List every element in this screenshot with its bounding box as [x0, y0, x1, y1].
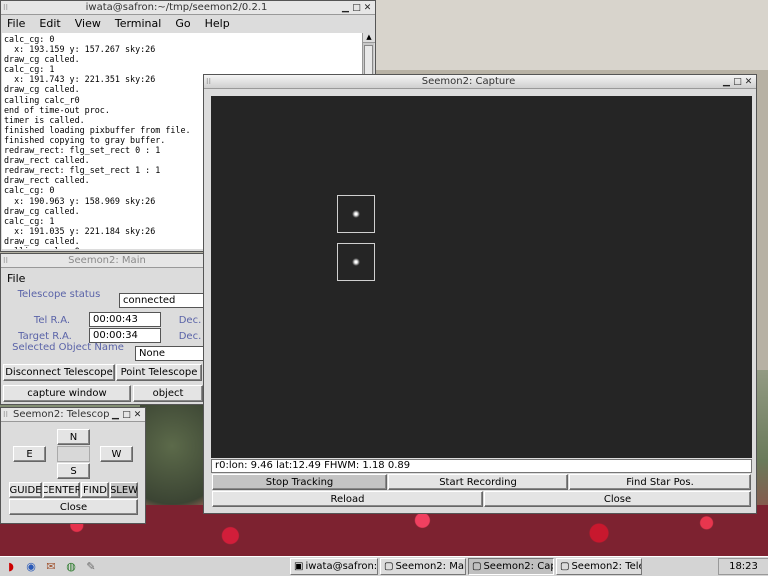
star-selection-box[interactable]: [337, 195, 375, 233]
window-icon: ▢: [560, 561, 570, 572]
start-recording-button[interactable]: Start Recording: [388, 474, 568, 490]
clock: 18:23: [718, 558, 768, 575]
telescope-titlebar[interactable]: ⁝⁝ Seemon2: Telescope ▁ □ ✕: [1, 408, 145, 422]
task-capture-label: Seemon2: Captu: [483, 561, 553, 572]
capture-title: Seemon2: Capture: [421, 76, 516, 87]
capture-image-area[interactable]: [211, 96, 752, 458]
star-selection-box[interactable]: [337, 243, 375, 281]
task-telescope-label: Seemon2: Teles: [571, 561, 641, 572]
east-button[interactable]: E: [13, 446, 46, 462]
window-menu-icon[interactable]: ⁝⁝: [3, 256, 13, 265]
desktop-sky: [376, 0, 768, 70]
mail-icon[interactable]: ✉: [42, 559, 60, 575]
redhat-menu-icon[interactable]: ◗: [2, 559, 20, 575]
close-icon[interactable]: ✕: [132, 410, 143, 420]
north-button[interactable]: N: [57, 429, 90, 445]
terminal-line: calc_cg: 0: [4, 34, 55, 44]
globe-icon[interactable]: ◍: [62, 559, 80, 575]
window-menu-icon[interactable]: ⁝⁝: [206, 77, 216, 86]
menu-help[interactable]: Help: [205, 17, 230, 30]
telescope-close-button[interactable]: Close: [9, 499, 138, 515]
slew-button[interactable]: SLEW: [110, 482, 138, 498]
task-main[interactable]: ▢ Seemon2: Main: [380, 558, 466, 575]
telescope-status-label: Telescope status: [17, 289, 101, 300]
menu-file[interactable]: File: [7, 17, 25, 30]
close-icon[interactable]: ✕: [362, 3, 373, 13]
selected-object-field: None: [135, 346, 205, 361]
window-icon: ▢: [384, 561, 394, 572]
tel-dec-label: Dec.: [178, 315, 202, 326]
window-menu-icon[interactable]: ⁝⁝: [3, 410, 13, 419]
task-capture[interactable]: ▢ Seemon2: Captu: [468, 558, 554, 575]
menu-view[interactable]: View: [75, 17, 101, 30]
target-ra-field: 00:00:34: [89, 328, 161, 343]
menu-go[interactable]: Go: [175, 17, 190, 30]
selected-object-label: Selected Object Name: [12, 342, 124, 353]
window-icon: ▢: [472, 561, 482, 572]
scroll-up-icon[interactable]: ▲: [363, 33, 375, 43]
capture-window: ⁝⁝ Seemon2: Capture ▁ □ ✕ r0:lon: 9.46 l…: [203, 74, 757, 514]
task-telescope[interactable]: ▢ Seemon2: Teles: [556, 558, 642, 575]
maximize-icon[interactable]: □: [351, 3, 362, 13]
minimize-icon[interactable]: ▁: [110, 410, 121, 420]
tel-ra-label: Tel R.A.: [33, 315, 71, 326]
tools-icon[interactable]: ✎: [82, 559, 100, 575]
center-mode-button[interactable]: CENTER: [43, 482, 80, 498]
minimize-icon[interactable]: ▁: [340, 3, 351, 13]
terminal-line: x: 193.159 y: 157.267 sky:26: [4, 44, 156, 55]
main-titlebar[interactable]: ⁝⁝ Seemon2: Main: [1, 254, 203, 268]
maximize-icon[interactable]: □: [732, 77, 743, 87]
target-dec-label: Dec.: [178, 331, 202, 342]
find-star-pos-button[interactable]: Find Star Pos.: [569, 474, 751, 490]
stop-tracking-button[interactable]: Stop Tracking: [212, 474, 387, 490]
browser-icon[interactable]: ◉: [22, 559, 40, 575]
tel-ra-field: 00:00:43: [89, 312, 161, 327]
taskbar: ◗ ◉ ✉ ◍ ✎ ▣ iwata@safron:~ ▢ Seemon2: Ma…: [0, 556, 768, 576]
reload-button[interactable]: Reload: [212, 491, 483, 507]
terminal-titlebar[interactable]: ⁝⁝ iwata@safron:~/tmp/seemon2/0.2.1 ▁ □ …: [1, 1, 375, 15]
telescope-window: ⁝⁝ Seemon2: Telescope ▁ □ ✕ N E W S GUID…: [0, 407, 146, 524]
task-terminal[interactable]: ▣ iwata@safron:~: [290, 558, 378, 575]
telescope-status-field: connected: [119, 293, 205, 308]
target-ra-label: Target R.A.: [18, 331, 72, 342]
guide-button[interactable]: GUIDE: [9, 482, 42, 498]
west-button[interactable]: W: [100, 446, 133, 462]
main-title: Seemon2: Main: [68, 255, 146, 266]
terminal-icon: ▣: [294, 561, 304, 572]
terminal-title: iwata@safron:~/tmp/seemon2/0.2.1: [85, 2, 268, 13]
minimize-icon[interactable]: ▁: [721, 77, 732, 87]
menu-terminal[interactable]: Terminal: [115, 17, 162, 30]
terminal-menubar: File Edit View Terminal Go Help: [1, 15, 375, 32]
task-terminal-label: iwata@safron:~: [305, 561, 378, 572]
capture-close-button[interactable]: Close: [484, 491, 751, 507]
terminal-line: draw_cg called.: [4, 54, 80, 65]
close-icon[interactable]: ✕: [743, 77, 754, 87]
task-main-label: Seemon2: Main: [395, 561, 466, 572]
window-menu-icon[interactable]: ⁝⁝: [3, 3, 13, 12]
maximize-icon[interactable]: □: [121, 410, 132, 420]
telescope-title: Seemon2: Telescope: [13, 409, 110, 420]
point-telescope-button[interactable]: Point Telescope: [116, 364, 202, 381]
find-button[interactable]: FIND: [81, 482, 109, 498]
south-button[interactable]: S: [57, 463, 90, 479]
main-file-menu[interactable]: File: [1, 268, 203, 288]
capture-window-button[interactable]: capture window: [3, 385, 131, 402]
main-window: ⁝⁝ Seemon2: Main File Telescope status c…: [0, 253, 205, 405]
capture-titlebar[interactable]: ⁝⁝ Seemon2: Capture ▁ □ ✕: [204, 75, 756, 89]
center-pad: [57, 446, 90, 462]
object-button[interactable]: object: [133, 385, 203, 402]
capture-status-bar: r0:lon: 9.46 lat:12.49 FHWM: 1.18 0.89: [211, 459, 752, 473]
star-image: [352, 210, 360, 218]
terminal-line: calc_cg: 1: [4, 64, 55, 75]
star-image: [352, 258, 360, 266]
menu-edit[interactable]: Edit: [39, 17, 60, 30]
disconnect-telescope-button[interactable]: Disconnect Telescope: [3, 364, 115, 381]
